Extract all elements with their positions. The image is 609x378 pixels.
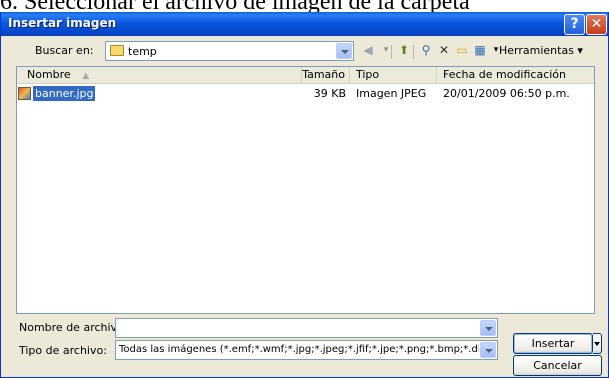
new-folder-icon[interactable]: ▭ <box>453 41 471 59</box>
help-button[interactable]: ? <box>564 14 585 35</box>
dialog-title: Insertar imagen <box>8 16 117 30</box>
search-web-icon[interactable]: ⚲ <box>417 41 435 59</box>
column-header-name[interactable]: Nombre ▲ <box>17 67 302 84</box>
look-in-combobox[interactable]: temp <box>105 41 354 61</box>
list-header: Nombre ▲ Tamaño Tipo Fecha de modificaci… <box>17 67 594 84</box>
back-dropdown-icon[interactable]: ▾ <box>377 41 395 59</box>
toolbar-separator <box>413 45 414 59</box>
column-header-modified[interactable]: Fecha de modificación <box>437 67 594 84</box>
file-type-label: Tipo de archivo: <box>19 344 107 357</box>
look-in-dropdown-arrow[interactable] <box>336 43 352 59</box>
back-icon[interactable]: ◀ <box>359 41 377 59</box>
file-size: 39 KB <box>313 87 346 100</box>
delete-icon[interactable]: ✕ <box>435 41 453 59</box>
file-modified: 20/01/2009 06:50 p.m. <box>443 87 570 100</box>
file-type-dropdown-arrow[interactable] <box>480 342 496 358</box>
jpeg-file-icon <box>18 87 31 100</box>
file-name-label: Nombre de archivo: <box>19 321 128 334</box>
column-header-type[interactable]: Tipo <box>350 67 437 84</box>
file-type-value: Todas las imágenes (*.emf;*.wmf;*.jpg;*.… <box>119 344 479 355</box>
insert-image-dialog: Insertar imagen ? ✕ Buscar en: temp ◀ ▾ … <box>0 12 609 378</box>
file-name[interactable]: banner.jpg <box>33 86 96 101</box>
insert-button[interactable]: Insertar <box>513 333 593 354</box>
file-type-select[interactable]: Todas las imágenes (*.emf;*.wmf;*.jpg;*.… <box>115 340 498 360</box>
file-name-input[interactable] <box>115 318 498 338</box>
tools-menu[interactable]: Herramientas ▾ <box>499 44 583 57</box>
look-in-value: temp <box>128 45 157 58</box>
column-header-size[interactable]: Tamaño <box>302 67 350 84</box>
list-item[interactable]: banner.jpg 39 KB Imagen JPEG 20/01/2009 … <box>17 86 594 101</box>
column-header-name-label: Nombre <box>27 68 71 81</box>
file-type: Imagen JPEG <box>356 87 427 100</box>
tools-menu-label: Herramientas <box>499 44 574 57</box>
up-folder-icon[interactable]: ⬆ <box>395 41 413 59</box>
look-in-label: Buscar en: <box>35 44 94 57</box>
file-name-dropdown-arrow[interactable] <box>480 320 496 336</box>
file-list[interactable]: Nombre ▲ Tamaño Tipo Fecha de modificaci… <box>16 66 595 314</box>
close-button[interactable]: ✕ <box>586 14 607 35</box>
folder-icon <box>110 45 124 56</box>
toolbar-separator <box>391 45 392 59</box>
cancel-button[interactable]: Cancelar <box>513 355 602 376</box>
insert-options-arrow[interactable] <box>593 333 602 354</box>
sort-ascending-icon: ▲ <box>82 71 90 81</box>
title-bar[interactable]: Insertar imagen ? ✕ <box>1 12 608 36</box>
